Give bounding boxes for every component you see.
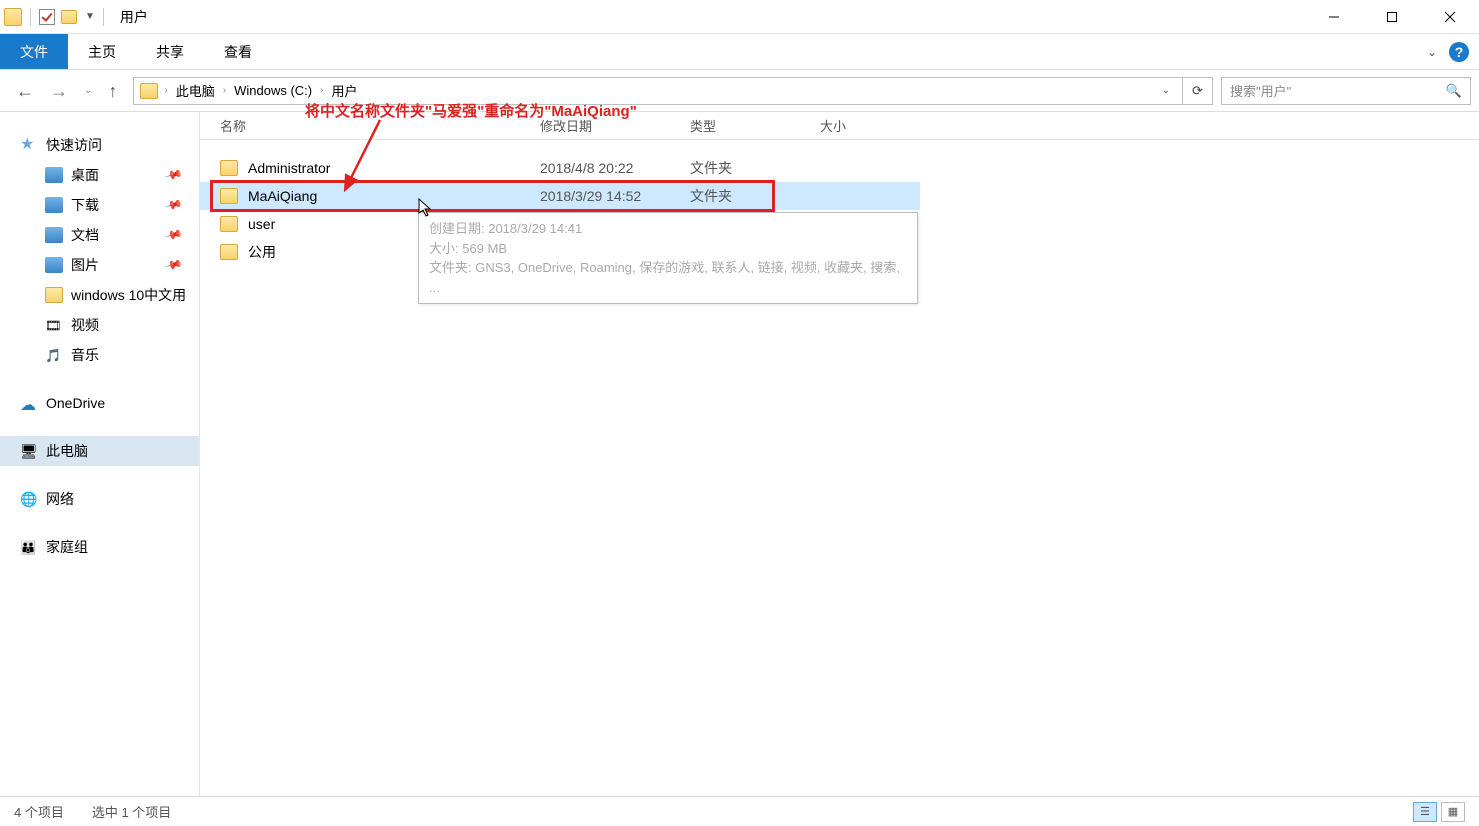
tab-view[interactable]: 查看 bbox=[204, 34, 272, 69]
sidebar-onedrive[interactable]: OneDrive bbox=[0, 388, 199, 418]
chevron-right-icon[interactable]: › bbox=[320, 85, 323, 96]
window-title: 用户 bbox=[120, 7, 148, 27]
sidebar-item-pictures[interactable]: 图片📌 bbox=[0, 250, 199, 280]
video-icon bbox=[45, 317, 63, 333]
pc-icon bbox=[20, 443, 38, 459]
breadcrumb-folder-icon bbox=[140, 83, 158, 99]
downloads-icon bbox=[45, 197, 63, 213]
folder-icon bbox=[220, 188, 238, 204]
sidebar-item-documents[interactable]: 文档📌 bbox=[0, 220, 199, 250]
back-button[interactable]: ← bbox=[16, 82, 34, 100]
pin-icon: 📌 bbox=[164, 225, 184, 245]
folder-icon bbox=[220, 216, 238, 232]
view-details-button[interactable]: ☰ bbox=[1413, 802, 1437, 822]
breadcrumb-segment[interactable]: Windows (C:) bbox=[228, 83, 318, 98]
homegroup-icon bbox=[20, 539, 38, 555]
navbar: ← → ⌄ ↑ › 此电脑 › Windows (C:) › 用户 ⌄ ⟳ 搜索… bbox=[0, 70, 1479, 112]
tab-share[interactable]: 共享 bbox=[136, 34, 204, 69]
chevron-right-icon[interactable]: › bbox=[223, 85, 226, 96]
annotation-text: 将中文名称文件夹"马爱强"重命名为"MaAiQiang" bbox=[305, 100, 637, 121]
onedrive-icon bbox=[20, 395, 38, 411]
refresh-button[interactable]: ⟳ bbox=[1183, 77, 1213, 105]
documents-icon bbox=[45, 227, 63, 243]
forward-button[interactable]: → bbox=[50, 82, 68, 100]
tab-file[interactable]: 文件 bbox=[0, 34, 68, 69]
qa-dropdown-icon[interactable]: ▼ bbox=[85, 11, 95, 22]
sidebar-network[interactable]: 网络 bbox=[0, 484, 199, 514]
folder-icon bbox=[220, 244, 238, 260]
sidebar-homegroup[interactable]: 家庭组 bbox=[0, 532, 199, 562]
sidebar-item-videos[interactable]: 视频 bbox=[0, 310, 199, 340]
breadcrumb-segment[interactable]: 用户 bbox=[325, 81, 363, 100]
col-header-size[interactable]: 大小 bbox=[820, 116, 920, 135]
music-icon bbox=[45, 347, 63, 363]
status-selected-count: 选中 1 个项目 bbox=[92, 802, 171, 821]
close-button[interactable] bbox=[1421, 0, 1479, 33]
titlebar: ▼ 用户 bbox=[0, 0, 1479, 34]
folder-icon bbox=[220, 160, 238, 176]
status-item-count: 4 个项目 bbox=[14, 802, 64, 821]
chevron-right-icon[interactable]: › bbox=[164, 85, 167, 96]
tab-home[interactable]: 主页 bbox=[68, 34, 136, 69]
file-row-selected[interactable]: MaAiQiang 2018/3/29 14:52 文件夹 bbox=[200, 182, 920, 210]
sidebar-item-folder[interactable]: windows 10中文用 bbox=[0, 280, 199, 310]
sidebar-this-pc[interactable]: 此电脑 bbox=[0, 436, 199, 466]
sidebar-item-desktop[interactable]: 桌面📌 bbox=[0, 160, 199, 190]
statusbar: 4 个项目 选中 1 个项目 ☰ ▦ bbox=[0, 796, 1479, 826]
sidebar-item-downloads[interactable]: 下载📌 bbox=[0, 190, 199, 220]
search-placeholder: 搜索"用户" bbox=[1230, 81, 1291, 100]
up-button[interactable]: ↑ bbox=[108, 82, 117, 100]
quick-access-toolbar: ▼ bbox=[0, 8, 110, 26]
file-row[interactable]: Administrator 2018/4/8 20:22 文件夹 bbox=[200, 154, 1479, 182]
pin-icon: 📌 bbox=[164, 165, 184, 185]
sidebar-quick-access[interactable]: 快速访问 bbox=[0, 130, 199, 160]
help-icon[interactable]: ? bbox=[1449, 42, 1469, 62]
properties-icon[interactable] bbox=[39, 9, 55, 25]
search-icon[interactable]: 🔍 bbox=[1446, 83, 1462, 99]
recent-dropdown-icon[interactable]: ⌄ bbox=[84, 86, 92, 96]
maximize-button[interactable] bbox=[1363, 0, 1421, 33]
ribbon-expand-icon[interactable]: ⌄ bbox=[1427, 45, 1437, 59]
pictures-icon bbox=[45, 257, 63, 273]
folder-icon bbox=[45, 287, 63, 303]
breadcrumb-segment[interactable]: 此电脑 bbox=[170, 81, 221, 100]
desktop-icon bbox=[45, 167, 63, 183]
file-list-area: 名称 修改日期 类型 大小 Administrator 2018/4/8 20:… bbox=[200, 112, 1479, 796]
view-icons-button[interactable]: ▦ bbox=[1441, 802, 1465, 822]
breadcrumb-dropdown-icon[interactable]: ⌄ bbox=[1156, 85, 1176, 96]
col-header-type[interactable]: 类型 bbox=[690, 116, 820, 135]
search-input[interactable]: 搜索"用户" 🔍 bbox=[1221, 77, 1471, 105]
star-icon bbox=[20, 137, 38, 153]
pin-icon: 📌 bbox=[164, 255, 184, 275]
pin-icon: 📌 bbox=[164, 195, 184, 215]
ribbon: 文件 主页 共享 查看 ⌄ ? bbox=[0, 34, 1479, 70]
network-icon bbox=[20, 491, 38, 507]
sidebar: 快速访问 桌面📌 下载📌 文档📌 图片📌 windows 10中文用 视频 音乐… bbox=[0, 112, 200, 796]
new-folder-icon[interactable] bbox=[61, 10, 77, 24]
tooltip: 创建日期: 2018/3/29 14:41 大小: 569 MB 文件夹: GN… bbox=[418, 212, 918, 304]
breadcrumb[interactable]: › 此电脑 › Windows (C:) › 用户 ⌄ bbox=[133, 77, 1183, 105]
minimize-button[interactable] bbox=[1305, 0, 1363, 33]
folder-icon bbox=[4, 8, 22, 26]
sidebar-item-music[interactable]: 音乐 bbox=[0, 340, 199, 370]
